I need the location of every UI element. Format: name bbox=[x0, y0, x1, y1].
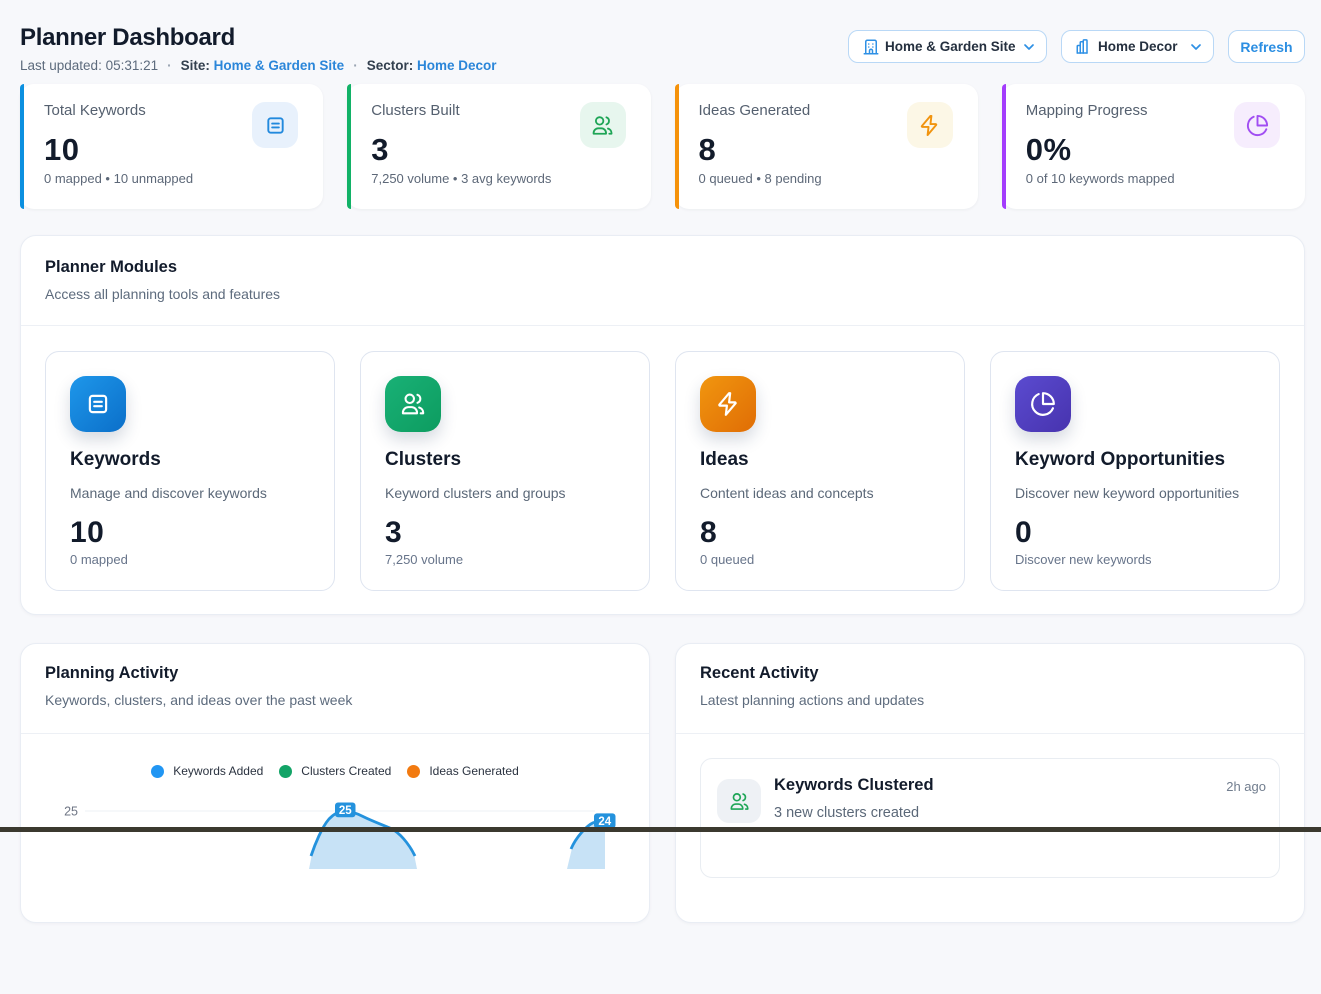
svg-text:25: 25 bbox=[339, 805, 352, 817]
svg-text:25: 25 bbox=[64, 805, 78, 819]
